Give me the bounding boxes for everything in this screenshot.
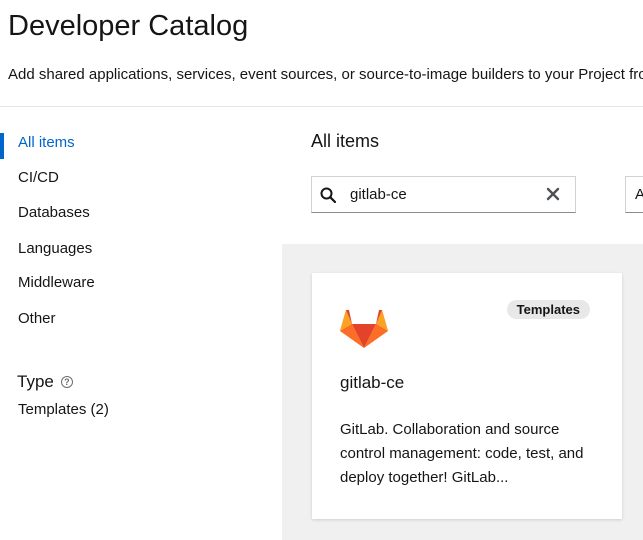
catalog-tile-gitlab-ce[interactable]: Templates gitlab-ce GitLab. Collaboratio… xyxy=(312,273,622,519)
active-category-indicator xyxy=(0,133,4,159)
sort-dropdown[interactable]: A xyxy=(625,176,643,213)
close-icon[interactable] xyxy=(546,187,560,201)
search-icon xyxy=(320,187,336,203)
category-other[interactable]: Other xyxy=(18,310,56,327)
catalog-sidebar: All items CI/CD Databases Languages Midd… xyxy=(0,107,270,540)
category-all-items[interactable]: All items xyxy=(18,134,75,151)
page-title: Developer Catalog xyxy=(8,10,249,42)
category-middleware[interactable]: Middleware xyxy=(18,274,95,291)
type-filter-heading: Type ? xyxy=(17,372,73,392)
category-databases[interactable]: Databases xyxy=(18,204,90,221)
catalog-gallery: Templates gitlab-ce GitLab. Collaboratio… xyxy=(282,244,643,540)
type-filter-title: Type xyxy=(17,372,54,391)
category-ci-cd[interactable]: CI/CD xyxy=(18,169,59,186)
catalog-search-input[interactable]: gitlab-ce xyxy=(311,176,576,213)
tile-type-badge: Templates xyxy=(506,300,590,319)
type-filter-templates[interactable]: Templates (2) xyxy=(18,401,109,418)
search-input-value[interactable]: gitlab-ce xyxy=(350,186,407,203)
gitlab-icon xyxy=(340,310,388,348)
sort-dropdown-value: A xyxy=(635,186,643,203)
page-description: Add shared applications, services, event… xyxy=(8,66,643,83)
category-languages[interactable]: Languages xyxy=(18,240,92,257)
tile-title: gitlab-ce xyxy=(340,373,405,392)
tile-description: GitLab. Collaboration and source control… xyxy=(340,421,584,486)
question-circle-icon[interactable]: ? xyxy=(60,376,73,388)
developer-catalog-page: Developer Catalog Add shared application… xyxy=(0,0,643,540)
section-title: All items xyxy=(311,131,380,151)
